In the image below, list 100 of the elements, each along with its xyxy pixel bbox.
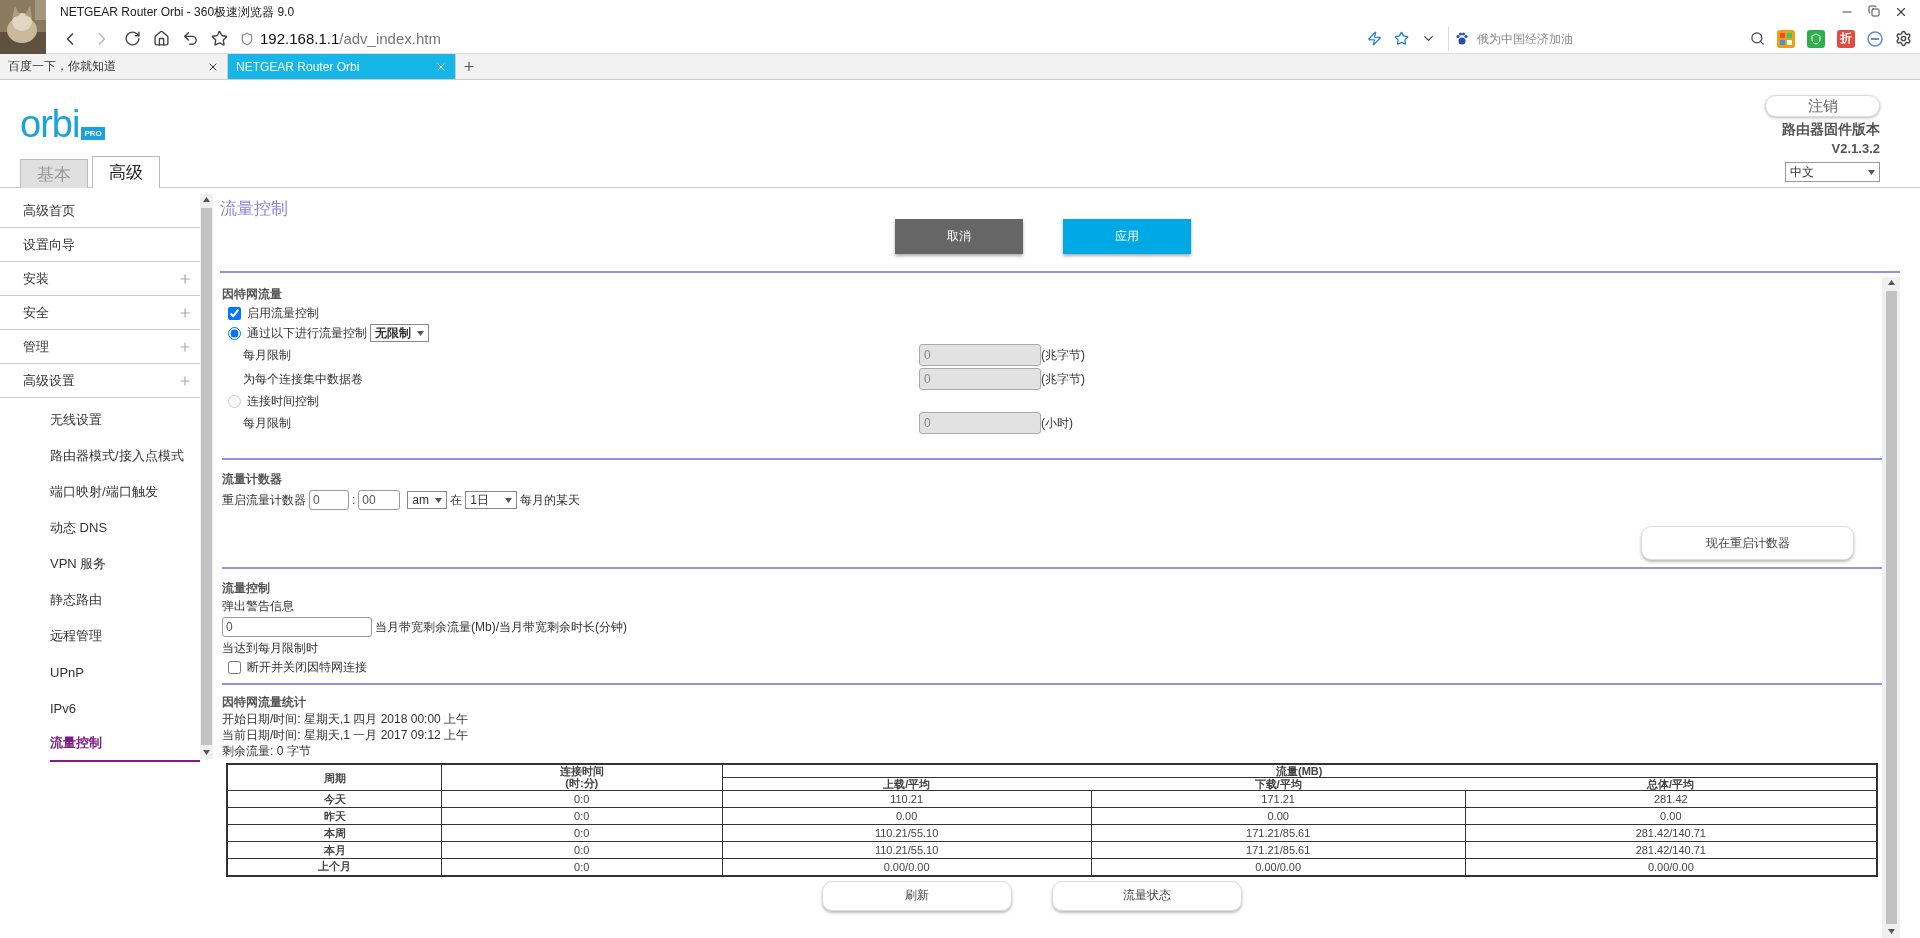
table-cell: 0:0: [441, 824, 722, 842]
reload-icon[interactable]: [124, 30, 141, 47]
search-icon[interactable]: [1750, 31, 1765, 46]
sidebar-link[interactable]: 远程管理: [50, 618, 102, 654]
shield-icon[interactable]: [1807, 29, 1825, 48]
language-select[interactable]: 中文: [1785, 162, 1880, 182]
table-cell: 110.21: [722, 790, 1092, 808]
separator: :: [352, 493, 356, 507]
restart-counter-button[interactable]: 现在重启计数器: [1641, 526, 1854, 560]
refresh-button[interactable]: 刷新: [822, 880, 1012, 911]
sidebar-link[interactable]: VPN 服务: [50, 546, 107, 582]
sidebar-link[interactable]: 端口映射/端口触发: [50, 474, 158, 510]
caret-icon: [417, 330, 424, 336]
checkbox-label: 启用流量控制: [247, 304, 319, 322]
input-field[interactable]: 0: [222, 617, 372, 637]
scrollbar[interactable]: [1882, 277, 1900, 938]
section-heading: 流量计数器: [222, 471, 283, 488]
column-header: 周期: [227, 764, 442, 791]
sidebar-link[interactable]: IPv6: [50, 690, 76, 726]
minus-circle-icon[interactable]: [1867, 30, 1883, 47]
shield-icon: [240, 31, 254, 46]
close-icon[interactable]: [1894, 5, 1908, 19]
logout-button[interactable]: 注销: [1765, 95, 1880, 117]
column-header: 总体/平均: [1465, 777, 1877, 791]
firmware-label: 路由器固件版本: [1782, 121, 1880, 139]
mode-tab[interactable]: 高级: [92, 156, 160, 188]
unit-label: (小时): [1041, 414, 1074, 432]
table-cell: 0:0: [441, 841, 722, 859]
table-cell: 0.00: [1091, 807, 1466, 825]
column-header: 下载/平均: [1091, 777, 1466, 791]
column-header: 连接时间 (时:分): [441, 764, 722, 791]
window-title: NETGEAR Router Orbi - 360极速浏览器 9.0: [60, 3, 295, 21]
day-select[interactable]: 1日: [465, 491, 518, 509]
cancel-button[interactable]: 取消: [895, 219, 1023, 254]
field-label: 重启流量计数器: [222, 491, 306, 509]
caret-icon: [435, 497, 443, 503]
undo-icon[interactable]: [182, 30, 199, 47]
star-icon[interactable]: [211, 30, 228, 47]
table-cell: 本月: [227, 841, 442, 859]
info-text: 剩余流量: 0 字节: [222, 743, 312, 759]
radio-label: 连接时间控制: [247, 392, 319, 410]
sidebar-link[interactable]: 无线设置: [50, 402, 102, 438]
minute-field[interactable]: 00: [358, 490, 401, 510]
section-heading: 流量控制: [222, 580, 271, 597]
caret-icon: [505, 497, 513, 503]
firmware-version: V2.1.3.2: [1831, 141, 1880, 156]
ampm-select[interactable]: am: [407, 491, 448, 509]
logo: orbi PRO: [20, 105, 160, 143]
sidebar-link[interactable]: UPnP: [50, 654, 84, 690]
grid-icon[interactable]: [1777, 29, 1795, 48]
discount-button[interactable]: 折: [1837, 29, 1855, 48]
page-title: 流量控制: [220, 198, 289, 217]
up-arrow-icon: [1887, 280, 1895, 285]
traffic-status-button[interactable]: 流量状态: [1052, 880, 1242, 911]
scrollbar[interactable]: [200, 194, 213, 759]
lightning-icon[interactable]: [1367, 31, 1382, 46]
unit-label: (兆字节): [1041, 346, 1086, 364]
column-header: 上载/平均: [722, 777, 1092, 791]
info-text: 开始日期/时间: 星期天,1 四月 2018 00:00 上午: [222, 711, 470, 727]
info-text: 当前日期/时间: 星期天,1 一月 2017 09:12 上午: [222, 727, 470, 743]
field-label: 在: [450, 491, 463, 509]
restore-icon[interactable]: [1868, 5, 1880, 19]
table-cell: 110.21/55.10: [722, 824, 1092, 842]
section-heading: 因特网流量: [222, 286, 283, 303]
sidebar-link[interactable]: 静态路由: [50, 582, 102, 618]
field-label: 每月的某天: [520, 491, 581, 509]
table-cell: 0:0: [441, 807, 722, 825]
table-cell: 171.21/85.61: [1091, 824, 1466, 842]
table-cell: 110.21/55.10: [722, 841, 1092, 859]
sidebar-link[interactable]: 动态 DNS: [50, 510, 108, 546]
unit-label: (兆字节): [1041, 370, 1086, 388]
settings-icon[interactable]: [1895, 30, 1912, 47]
table-cell: 0:0: [441, 790, 722, 808]
field-label: 当达到每月限制时: [222, 640, 319, 657]
hour-field[interactable]: 0: [309, 490, 349, 510]
down-arrow-icon: [1887, 929, 1895, 934]
home-icon[interactable]: [153, 30, 170, 47]
checkbox-label: 断开并关闭因特网连接: [247, 658, 367, 676]
star-icon[interactable]: [1394, 31, 1409, 46]
table-cell: 今天: [227, 790, 442, 808]
address-field[interactable]: 192.168.1.1/adv_index.htm: [260, 30, 441, 47]
caret-icon: [1868, 169, 1875, 175]
up-arrow-icon: [203, 197, 210, 202]
sidebar-link[interactable]: 路由器模式/接入点模式: [50, 438, 184, 474]
table-cell: 0.00: [722, 807, 1092, 825]
table-cell: 本周: [227, 824, 442, 842]
radio-button[interactable]: [228, 326, 241, 340]
field-label: 为每个连接集中数据卷: [243, 370, 364, 388]
table-cell: 昨天: [227, 807, 442, 825]
field-label: 每月限制: [243, 414, 292, 432]
unit-label: 当月带宽剩余流量(Mb)/当月带宽剩余时长(分钟): [375, 618, 627, 636]
checkbox[interactable]: [228, 306, 241, 320]
checkbox[interactable]: [228, 660, 241, 674]
field-label: 每月限制: [243, 346, 292, 364]
paw-icon: [1455, 31, 1469, 46]
table-cell: 171.21/85.61: [1091, 841, 1466, 859]
down-arrow-icon: [203, 750, 210, 755]
mode-select[interactable]: 无限制: [370, 324, 429, 342]
radio-label: 通过以下进行流量控制: [247, 324, 367, 342]
plus-icon: [462, 59, 476, 74]
